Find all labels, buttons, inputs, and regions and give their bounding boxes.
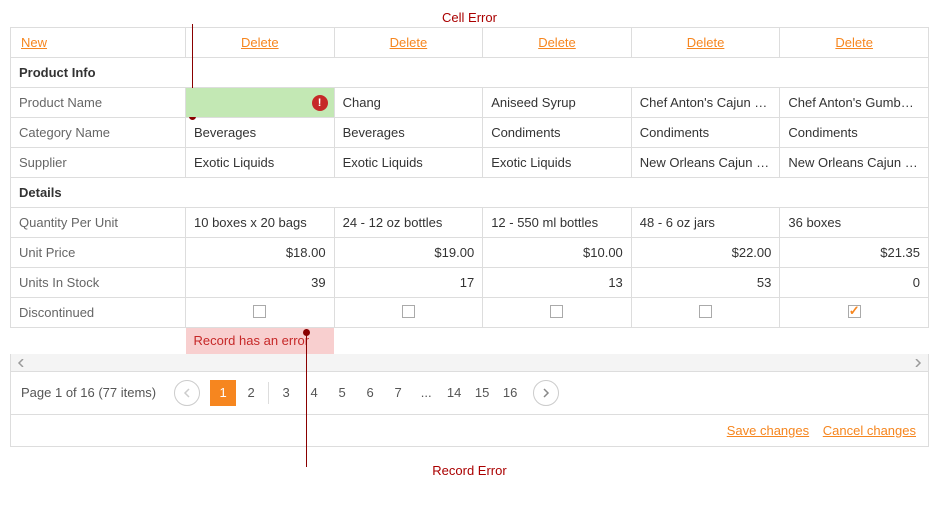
cell-price-1[interactable]: $19.00 xyxy=(334,238,483,268)
pager-page[interactable]: 1 xyxy=(210,380,236,406)
callout-record-error: Record Error xyxy=(432,463,506,478)
label-stock: Units In Stock xyxy=(11,268,186,298)
row-supplier: Supplier Exotic Liquids Exotic Liquids E… xyxy=(11,148,929,178)
save-changes-link[interactable]: Save changes xyxy=(727,423,809,438)
label-price: Unit Price xyxy=(11,238,186,268)
record-error-cell: Record has an error xyxy=(186,328,335,354)
pager-info: Page 1 of 16 (77 items) xyxy=(21,385,156,400)
error-icon[interactable]: ! xyxy=(312,95,328,111)
new-link[interactable]: New xyxy=(21,35,47,50)
pager-page[interactable]: 6 xyxy=(357,380,383,406)
scroll-left-icon[interactable] xyxy=(13,355,29,371)
cell-disc-4[interactable] xyxy=(780,298,929,328)
pager-page[interactable]: 5 xyxy=(329,380,355,406)
horizontal-scrollbar[interactable] xyxy=(10,354,929,372)
label-product-name: Product Name xyxy=(11,88,186,118)
cell-price-4[interactable]: $21.35 xyxy=(780,238,929,268)
cell-supplier-0[interactable]: Exotic Liquids xyxy=(186,148,335,178)
cell-disc-2[interactable] xyxy=(483,298,632,328)
pager-page[interactable]: 3 xyxy=(273,380,299,406)
callout-line xyxy=(306,329,307,467)
cell-price-3[interactable]: $22.00 xyxy=(631,238,780,268)
callout-dot xyxy=(303,329,310,336)
checkbox-checked[interactable] xyxy=(848,305,861,318)
row-stock: Units In Stock 39 17 13 53 0 xyxy=(11,268,929,298)
cell-product-name-3[interactable]: Chef Anton's Cajun Sea... xyxy=(631,88,780,118)
cell-price-2[interactable]: $10.00 xyxy=(483,238,632,268)
label-category: Category Name xyxy=(11,118,186,148)
checkbox[interactable] xyxy=(253,305,266,318)
cell-product-name-0[interactable]: ! xyxy=(186,88,335,118)
cell-price-0[interactable]: $18.00 xyxy=(186,238,335,268)
pager-page[interactable]: 7 xyxy=(385,380,411,406)
pager-page[interactable]: 16 xyxy=(497,380,523,406)
cell-supplier-1[interactable]: Exotic Liquids xyxy=(334,148,483,178)
cell-disc-1[interactable] xyxy=(334,298,483,328)
checkbox[interactable] xyxy=(699,305,712,318)
cell-qty-0[interactable]: 10 boxes x 20 bags xyxy=(186,208,335,238)
group-details: Details xyxy=(11,178,929,208)
cell-disc-3[interactable] xyxy=(631,298,780,328)
row-qty: Quantity Per Unit 10 boxes x 20 bags 24 … xyxy=(11,208,929,238)
cell-supplier-4[interactable]: New Orleans Cajun Deli... xyxy=(780,148,929,178)
cell-qty-4[interactable]: 36 boxes xyxy=(780,208,929,238)
checkbox[interactable] xyxy=(402,305,415,318)
cell-supplier-3[interactable]: New Orleans Cajun Deli... xyxy=(631,148,780,178)
row-product-name: Product Name ! Chang Aniseed Syrup Chef … xyxy=(11,88,929,118)
delete-link[interactable]: Delete xyxy=(835,35,873,50)
cell-disc-0[interactable] xyxy=(186,298,335,328)
cell-product-name-2[interactable]: Aniseed Syrup xyxy=(483,88,632,118)
delete-link[interactable]: Delete xyxy=(538,35,576,50)
delete-link[interactable]: Delete xyxy=(241,35,279,50)
label-supplier: Supplier xyxy=(11,148,186,178)
command-row: New Delete Delete Delete Delete Delete xyxy=(11,28,929,58)
cell-qty-2[interactable]: 12 - 550 ml bottles xyxy=(483,208,632,238)
callout-cell-error: Cell Error xyxy=(442,10,497,25)
label-disc: Discontinued xyxy=(11,298,186,328)
row-record-error: Record has an error xyxy=(11,328,929,354)
cell-category-3[interactable]: Condiments xyxy=(631,118,780,148)
pager-page[interactable]: 14 xyxy=(441,380,467,406)
row-price: Unit Price $18.00 $19.00 $10.00 $22.00 $… xyxy=(11,238,929,268)
cell-qty-3[interactable]: 48 - 6 oz jars xyxy=(631,208,780,238)
cell-stock-3[interactable]: 53 xyxy=(631,268,780,298)
cell-supplier-2[interactable]: Exotic Liquids xyxy=(483,148,632,178)
checkbox[interactable] xyxy=(550,305,563,318)
cell-stock-2[interactable]: 13 xyxy=(483,268,632,298)
pager-page[interactable]: 15 xyxy=(469,380,495,406)
toolbar-bottom: Save changes Cancel changes xyxy=(10,415,929,447)
cell-stock-4[interactable]: 0 xyxy=(780,268,929,298)
cell-category-2[interactable]: Condiments xyxy=(483,118,632,148)
cell-category-4[interactable]: Condiments xyxy=(780,118,929,148)
pager-pages: 1234567...141516 xyxy=(210,380,523,406)
group-product-info: Product Info xyxy=(11,58,929,88)
cell-product-name-1[interactable]: Chang xyxy=(334,88,483,118)
cancel-changes-link[interactable]: Cancel changes xyxy=(823,423,916,438)
cell-qty-1[interactable]: 24 - 12 oz bottles xyxy=(334,208,483,238)
cell-product-name-4[interactable]: Chef Anton's Gumbo Mix xyxy=(780,88,929,118)
cell-category-1[interactable]: Beverages xyxy=(334,118,483,148)
row-disc: Discontinued xyxy=(11,298,929,328)
delete-link[interactable]: Delete xyxy=(687,35,725,50)
label-qty: Quantity Per Unit xyxy=(11,208,186,238)
pager-ellipsis: ... xyxy=(413,380,439,406)
data-grid: New Delete Delete Delete Delete Delete P… xyxy=(10,27,929,354)
pager-prev-button[interactable] xyxy=(174,380,200,406)
pager-sep xyxy=(268,382,269,404)
cell-category-0[interactable]: Beverages xyxy=(186,118,335,148)
delete-link[interactable]: Delete xyxy=(390,35,428,50)
pager-next-button[interactable] xyxy=(533,380,559,406)
pager-page[interactable]: 2 xyxy=(238,380,264,406)
pager-bar: Page 1 of 16 (77 items) 1234567...141516 xyxy=(10,372,929,415)
scroll-right-icon[interactable] xyxy=(910,355,926,371)
cell-stock-1[interactable]: 17 xyxy=(334,268,483,298)
cell-stock-0[interactable]: 39 xyxy=(186,268,335,298)
row-category: Category Name Beverages Beverages Condim… xyxy=(11,118,929,148)
